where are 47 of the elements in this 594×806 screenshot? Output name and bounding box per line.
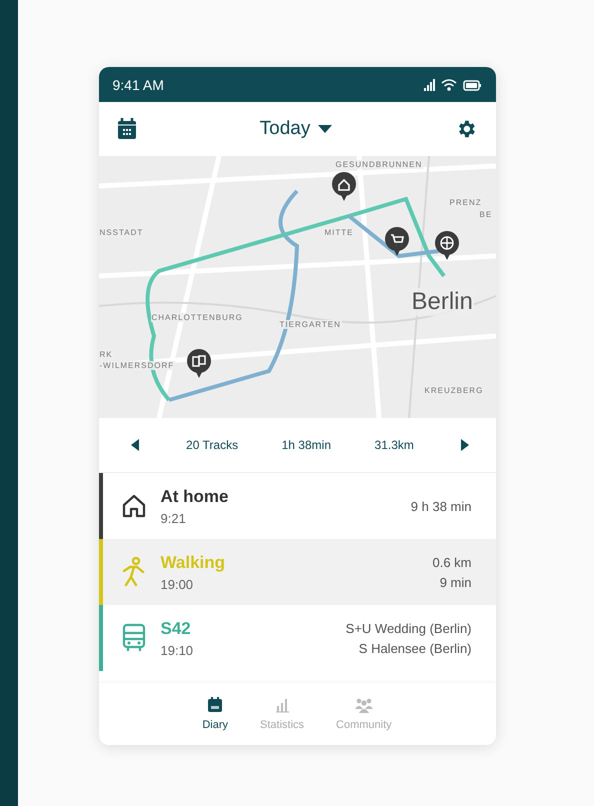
people-icon xyxy=(354,697,374,713)
nav-tab[interactable]: Diary xyxy=(196,693,234,735)
walking-person-icon xyxy=(120,557,146,587)
bar-chart-icon xyxy=(274,697,290,713)
entry-time: 19:10 xyxy=(160,642,194,658)
calendar-icon[interactable] xyxy=(116,118,136,140)
entry-detail: 0.6 km xyxy=(432,554,472,570)
entry-detail: 9 h 38 min xyxy=(410,498,472,514)
calendar-icon xyxy=(207,697,224,713)
entry-title: S42 xyxy=(160,618,192,638)
right-triangle-icon xyxy=(461,439,470,451)
map-label: NSSTADT xyxy=(98,228,144,237)
map-label: RK xyxy=(98,350,114,359)
date-dropdown[interactable]: Today xyxy=(256,116,336,142)
map-label: TIERGARTEN xyxy=(278,320,342,329)
map-label: CHARLOTTENBURG xyxy=(150,313,244,322)
entry-time: 9:21 xyxy=(160,510,187,526)
map-label: KREUZBERG xyxy=(424,386,484,395)
diary-entry[interactable]: S42 19:10 S+U Wedding (Berlin) S Halensee (Berlin) xyxy=(98,605,496,671)
map[interactable]: GESUNDBRUNNEN NSSTADT MITTE PRENZ BE Berlin CHARLOTTENBURG TIERGARTEN RK -WILMERSDORF KREUZBERG xyxy=(98,156,496,418)
tracks-count: 20 Tracks xyxy=(186,438,238,452)
map-label: MITTE xyxy=(324,228,354,237)
status-time: 9:41 AM xyxy=(112,76,164,92)
map-pin-icon[interactable] xyxy=(186,348,212,378)
diary-entry[interactable]: At home 9:21 9 h 38 min xyxy=(98,473,496,539)
entry-time: 19:00 xyxy=(160,576,194,592)
diary-entry[interactable]: Walking 19:00 0.6 km 9 min xyxy=(98,539,496,605)
map-label: Berlin xyxy=(410,288,474,316)
map-pin-icon[interactable] xyxy=(384,226,410,256)
status-icons xyxy=(424,78,482,92)
left-triangle-icon xyxy=(130,439,138,451)
house-icon xyxy=(120,493,146,519)
map-pin-icon[interactable] xyxy=(330,171,356,201)
map-label: PRENZ xyxy=(448,198,483,207)
map-pin-icon[interactable] xyxy=(434,230,460,260)
entry-detail: S Halensee (Berlin) xyxy=(358,640,472,656)
map-label: GESUNDBRUNNEN xyxy=(334,160,424,169)
map-label: BE xyxy=(478,210,494,219)
caret-icon xyxy=(318,125,332,133)
entry-detail: 9 min xyxy=(440,574,472,590)
entry-detail: S+U Wedding (Berlin) xyxy=(346,620,472,636)
map-label: -WILMERSDORF xyxy=(98,361,176,370)
entry-title: Walking xyxy=(160,552,226,572)
total-duration: 1h 38min xyxy=(282,438,331,452)
total-distance: 31.3km xyxy=(374,438,414,452)
train-icon xyxy=(120,623,146,653)
entry-title: At home xyxy=(160,486,230,506)
